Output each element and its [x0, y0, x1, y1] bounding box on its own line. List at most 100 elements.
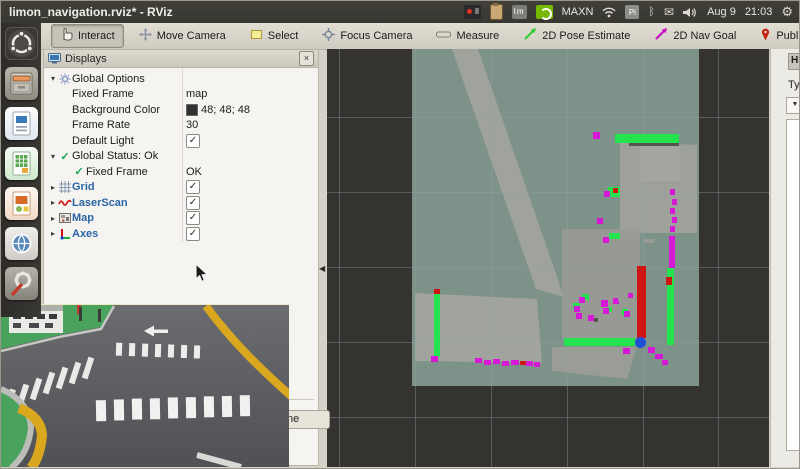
- session-gear-icon[interactable]: ⚙: [781, 5, 793, 19]
- row-checkbox[interactable]: ✓: [186, 196, 200, 210]
- scan-mark: [666, 277, 672, 285]
- mail-icon[interactable]: ✉: [664, 5, 674, 19]
- grid-line: [415, 49, 416, 469]
- menubar: limon_navigation.rviz* - RViz Im MAXN Pi…: [1, 1, 800, 23]
- clipboard-icon[interactable]: [490, 4, 503, 20]
- scan-mark: [623, 348, 630, 354]
- launcher-system-settings-icon[interactable]: [5, 267, 38, 300]
- color-swatch: [186, 104, 198, 116]
- expander-closed-icon[interactable]: ▸: [48, 229, 58, 238]
- move-camera-icon: [139, 28, 152, 44]
- checkbox-icon[interactable]: ✓: [186, 134, 200, 148]
- close-icon[interactable]: ×: [299, 51, 314, 66]
- bluetooth-icon[interactable]: ᛒ: [648, 5, 655, 19]
- expander-closed-icon[interactable]: ▸: [48, 214, 58, 223]
- view-type-dropdown[interactable]: ▼: [786, 97, 800, 114]
- rename-button[interactable]: ne: [282, 410, 330, 429]
- checkbox-icon[interactable]: ✓: [186, 227, 200, 241]
- views-panel-tab[interactable]: Hi: [788, 53, 800, 70]
- gear-icon: [58, 73, 72, 85]
- scan-mark: [669, 236, 675, 268]
- tree-row-fixed-frame[interactable]: ✓Fixed FrameOK: [44, 164, 318, 180]
- launcher-ubuntu-software-icon[interactable]: [5, 227, 38, 260]
- launcher-files-icon[interactable]: [5, 67, 38, 100]
- row-checkbox[interactable]: ✓: [186, 134, 200, 148]
- scan-mark: [511, 360, 519, 365]
- wifi-icon[interactable]: [602, 5, 616, 19]
- move-camera-button[interactable]: Move Camera: [130, 24, 235, 48]
- expander-closed-icon[interactable]: ▸: [48, 183, 58, 192]
- tree-row-map[interactable]: ▸Map✓: [44, 211, 318, 227]
- view-type-label: Ty: [788, 79, 800, 91]
- occupancy-map: [412, 49, 699, 386]
- grid-line: [327, 342, 769, 343]
- launcher-libreoffice-writer-icon[interactable]: [5, 107, 38, 140]
- tray-time[interactable]: 21:03: [745, 6, 773, 18]
- focus-camera-button[interactable]: Focus Camera: [313, 24, 421, 48]
- tree-row-grid[interactable]: ▸Grid✓: [44, 180, 318, 196]
- power-mode-label[interactable]: MAXN: [562, 6, 594, 18]
- row-value[interactable]: OK: [186, 166, 202, 178]
- scan-mark: [534, 362, 540, 367]
- row-value[interactable]: 30: [186, 119, 198, 131]
- scan-mark: [609, 233, 620, 239]
- render-view[interactable]: [327, 49, 769, 469]
- checkbox-icon[interactable]: ✓: [186, 211, 200, 225]
- scan-mark: [576, 313, 582, 319]
- camera-image: [1, 305, 289, 468]
- volume-icon[interactable]: [683, 5, 698, 19]
- grid-line: [643, 49, 644, 469]
- tree-row-laserscan[interactable]: ▸LaserScan✓: [44, 195, 318, 211]
- grid-line: [327, 117, 769, 118]
- row-label: Background Color: [72, 104, 160, 116]
- axes-origin-mark: [635, 337, 646, 348]
- tree-row-default-light[interactable]: Default Light✓: [44, 133, 318, 149]
- pose-estimate-button[interactable]: 2D Pose Estimate: [514, 24, 639, 48]
- tree-row-fixed-frame[interactable]: Fixed Framemap: [44, 87, 318, 103]
- scan-mark: [618, 295, 624, 301]
- checkbox-icon[interactable]: ✓: [186, 180, 200, 194]
- input-method-icon[interactable]: Pi: [625, 5, 639, 19]
- checkbox-icon[interactable]: ✓: [186, 196, 200, 210]
- toolbar: InteractMove CameraSelectFocus Camera Mea…: [1, 23, 800, 50]
- row-label: Frame Rate: [72, 119, 130, 131]
- launcher-libreoffice-impress-icon[interactable]: [5, 187, 38, 220]
- tree-row-global-status-ok[interactable]: ▾✓Global Status: Ok: [44, 149, 318, 165]
- scan-mark: [601, 300, 608, 307]
- grid-line: [718, 49, 719, 469]
- row-checkbox[interactable]: ✓: [186, 180, 200, 194]
- pose-estimate-label: 2D Pose Estimate: [542, 30, 630, 42]
- tree-row-global-options[interactable]: ▾Global Options: [44, 71, 318, 87]
- measure-icon: [436, 29, 451, 43]
- publish-point-button[interactable]: Publish Point: [751, 24, 800, 48]
- scan-mark: [670, 189, 675, 195]
- tree-row-axes[interactable]: ▸Axes✓: [44, 226, 318, 242]
- expander-open-icon[interactable]: ▾: [48, 74, 58, 83]
- focus-camera-icon: [322, 28, 335, 44]
- scan-mark: [526, 361, 533, 366]
- keyboard-indicator-icon[interactable]: Im: [512, 5, 527, 19]
- tree-row-frame-rate[interactable]: Frame Rate 30: [44, 118, 318, 134]
- expander-closed-icon[interactable]: ▸: [48, 198, 58, 207]
- displays-panel-header[interactable]: Displays ×: [44, 50, 318, 68]
- screen-record-icon[interactable]: [464, 5, 481, 19]
- views-list[interactable]: [786, 119, 800, 451]
- row-label: Fixed Frame: [86, 166, 148, 178]
- dock-collapse-icon[interactable]: ◀: [319, 263, 327, 275]
- row-value[interactable]: 48; 48; 48: [186, 104, 250, 116]
- nav-goal-button[interactable]: 2D Nav Goal: [645, 24, 745, 48]
- expander-open-icon[interactable]: ▾: [48, 152, 58, 161]
- row-checkbox[interactable]: ✓: [186, 227, 200, 241]
- grid-line: [339, 49, 340, 469]
- measure-button[interactable]: Measure: [427, 25, 508, 47]
- select-button[interactable]: Select: [241, 24, 308, 48]
- tree-row-background-color[interactable]: Background Color 48; 48; 48: [44, 102, 318, 118]
- launcher-libreoffice-calc-icon[interactable]: [5, 147, 38, 180]
- nvidia-icon[interactable]: [536, 5, 553, 19]
- map-icon: [58, 212, 72, 224]
- row-value[interactable]: map: [186, 88, 207, 100]
- interact-button[interactable]: Interact: [51, 24, 124, 48]
- row-checkbox[interactable]: ✓: [186, 211, 200, 225]
- launcher-ubuntu-dash-icon[interactable]: [5, 27, 38, 60]
- tray-date[interactable]: Aug 9: [707, 6, 736, 18]
